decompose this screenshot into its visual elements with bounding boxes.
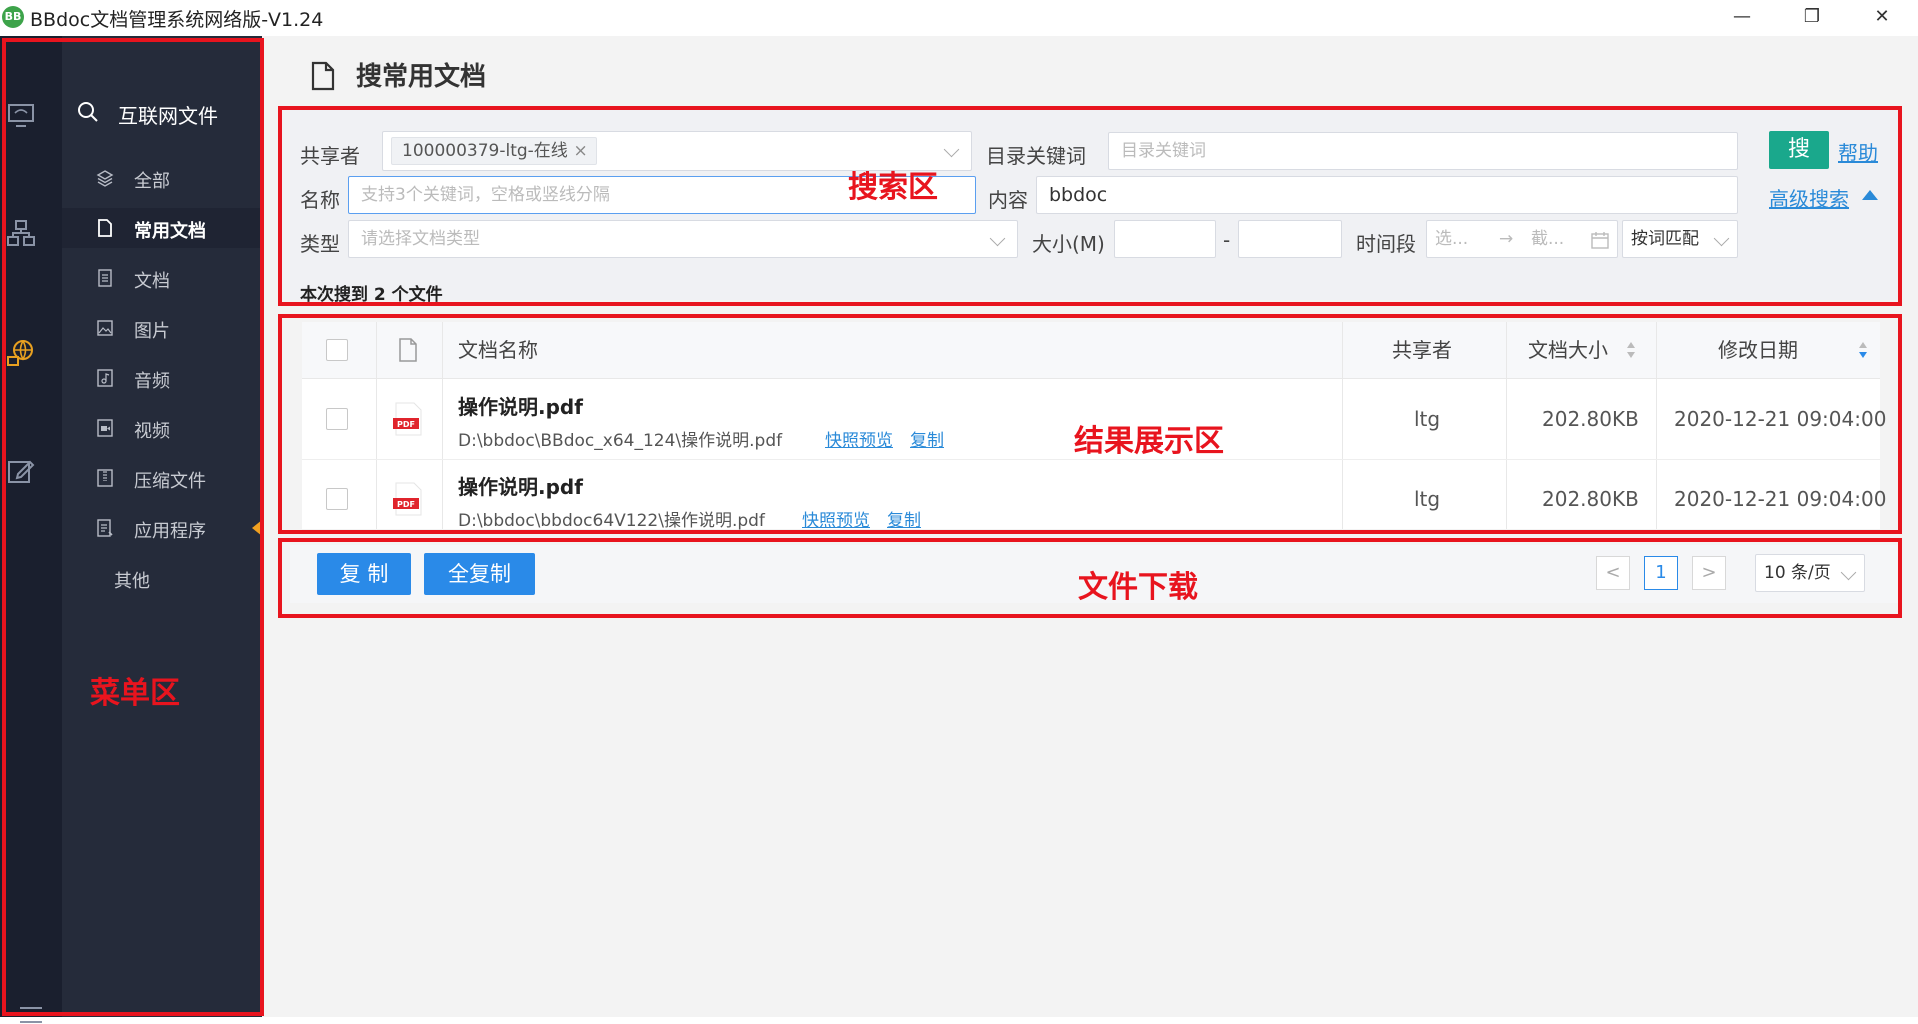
page-title: 搜常用文档 bbox=[356, 62, 487, 92]
result-area-label: 结果展示区 bbox=[1074, 424, 1224, 459]
file-icon bbox=[311, 61, 335, 91]
minimize-button[interactable]: — bbox=[1722, 4, 1762, 30]
restore-button[interactable]: ❐ bbox=[1792, 4, 1832, 30]
menu-area-label: 菜单区 bbox=[90, 676, 180, 711]
search-area-label: 搜索区 bbox=[848, 170, 938, 205]
download-area-label: 文件下载 bbox=[1078, 570, 1198, 605]
window-title: BBdoc文档管理系统网络版-V1.24 bbox=[30, 9, 324, 31]
app-logo-icon: BB bbox=[2, 6, 24, 28]
menu-area-outline bbox=[2, 38, 264, 1016]
search-area-outline bbox=[278, 106, 1902, 306]
title-bar: BB BBdoc文档管理系统网络版-V1.24 — ❐ ✕ bbox=[0, 0, 1918, 36]
close-button[interactable]: ✕ bbox=[1862, 4, 1902, 30]
